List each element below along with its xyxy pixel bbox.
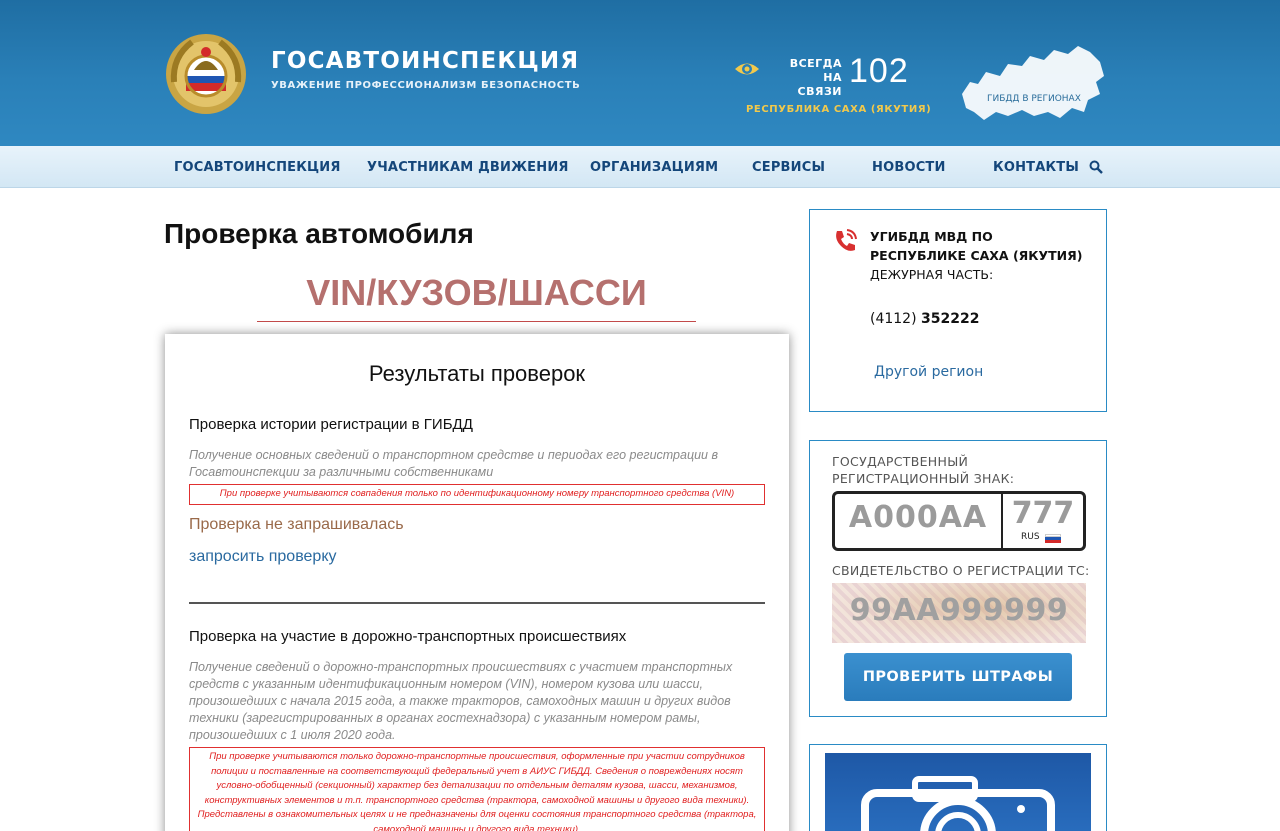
eye-icon <box>735 63 759 75</box>
emergency-phone[interactable]: 102 <box>849 52 909 91</box>
results-title: Результаты проверок <box>368 361 586 386</box>
brand-subtitle: УВАЖЕНИЕ ПРОФЕССИОНАЛИЗМ БЕЗОПАСНОСТЬ <box>271 80 581 91</box>
nav-item-services[interactable]: СЕРВИСЫ <box>752 160 825 175</box>
vin-heading: VIN/КУЗОВ/ШАССИ <box>306 272 647 313</box>
registration-history-warning: При проверке учитываются совпадения толь… <box>189 484 765 505</box>
certificate-number[interactable]: 99АА999999 <box>832 593 1086 628</box>
section-divider <box>189 602 765 604</box>
russian-flag-icon <box>1045 534 1061 543</box>
duty-department-label: ДЕЖУРНАЯ ЧАСТЬ: <box>870 267 994 282</box>
fines-check-card: ГОСУДАРСТВЕННЫЙ РЕГИСТРАЦИОННЫЙ ЗНАК: А0… <box>809 440 1107 717</box>
duty-phone[interactable]: (4112) 352222 <box>870 311 979 327</box>
plate-label-line-2: РЕГИСТРАЦИОННЫЙ ЗНАК: <box>832 471 1015 486</box>
nav-item-organizations[interactable]: ОРГАНИЗАЦИЯМ <box>590 160 718 175</box>
contact-card: УГИБДД МВД ПО РЕСПУБЛИКЕ САХА (ЯКУТИЯ) Д… <box>809 209 1107 412</box>
phone-icon <box>836 229 857 251</box>
accident-check-description: Получение сведений о дорожно-транспортны… <box>189 660 733 742</box>
gibdd-emblem-logo[interactable] <box>164 32 248 116</box>
russia-map-icon[interactable] <box>956 42 1108 130</box>
registration-history-description: Получение основных сведений о транспортн… <box>189 448 719 479</box>
registration-history-title: Проверка истории регистрации в ГИБДД <box>189 416 473 433</box>
nav-item-gosavtoinspekciya[interactable]: ГОСАВТОИНСПЕКЦИЯ <box>174 160 341 175</box>
always-line-1: ВСЕГДА <box>789 57 842 70</box>
results-panel: Результаты проверок Проверка истории рег… <box>165 334 789 831</box>
camera-promo-card[interactable] <box>809 744 1107 831</box>
request-check-link[interactable]: запросить проверку <box>189 548 337 566</box>
plate-label-line-1: ГОСУДАРСТВЕННЫЙ <box>832 454 969 469</box>
brand-title[interactable]: ГОСАВТОИНСПЕКЦИЯ <box>271 48 579 74</box>
always-line-2: НА СВЯЗИ <box>797 71 842 98</box>
duty-phone-number: 352222 <box>921 311 980 327</box>
always-online-label: ВСЕГДА НА СВЯЗИ <box>776 57 842 99</box>
registration-certificate-label: СВИДЕТЕЛЬСТВО О РЕГИСТРАЦИИ ТС: <box>832 563 1090 578</box>
check-fines-button[interactable]: ПРОВЕРИТЬ ШТРАФЫ <box>844 653 1072 701</box>
plate-country: RUS <box>1021 532 1040 542</box>
registration-check-status: Проверка не запрашивалась <box>189 516 404 533</box>
camera-icon <box>861 776 1055 831</box>
plate-region-code[interactable]: 777 <box>1003 496 1083 531</box>
license-plate-input[interactable]: А000АА 777 RUS <box>832 491 1086 551</box>
traffic-police-org-name: УГИБДД МВД ПО РЕСПУБЛИКЕ САХА (ЯКУТИЯ) <box>870 229 1083 263</box>
registration-certificate-input[interactable]: 99АА999999 <box>832 583 1086 643</box>
regions-map-label[interactable]: ГИБДД В РЕГИОНАХ <box>987 94 1081 104</box>
accident-check-warning: При проверке учитываются только дорожно-… <box>189 747 765 831</box>
plate-label: ГОСУДАРСТВЕННЫЙ РЕГИСТРАЦИОННЫЙ ЗНАК: <box>832 453 1014 487</box>
page-title: Проверка автомобиля <box>164 218 474 249</box>
site-header: ГОСАВТОИНСПЕКЦИЯ УВАЖЕНИЕ ПРОФЕССИОНАЛИЗ… <box>0 0 1280 146</box>
nav-item-traffic-participants[interactable]: УЧАСТНИКАМ ДВИЖЕНИЯ <box>367 160 569 175</box>
duty-phone-code: (4112) <box>870 311 917 327</box>
current-region[interactable]: РЕСПУБЛИКА САХА (ЯКУТИЯ) <box>746 104 931 115</box>
main-nav: ГОСАВТОИНСПЕКЦИЯ УЧАСТНИКАМ ДВИЖЕНИЯ ОРГ… <box>0 146 1280 188</box>
search-icon[interactable] <box>1089 160 1103 174</box>
camera-banner-image[interactable] <box>825 753 1091 831</box>
nav-item-news[interactable]: НОВОСТИ <box>872 160 946 175</box>
vin-underline <box>257 321 696 322</box>
plate-number[interactable]: А000АА <box>835 500 1001 535</box>
other-region-link[interactable]: Другой регион <box>874 364 983 380</box>
accident-check-title: Проверка на участие в дорожно-транспортн… <box>189 628 627 645</box>
nav-item-contacts[interactable]: КОНТАКТЫ <box>993 160 1079 175</box>
